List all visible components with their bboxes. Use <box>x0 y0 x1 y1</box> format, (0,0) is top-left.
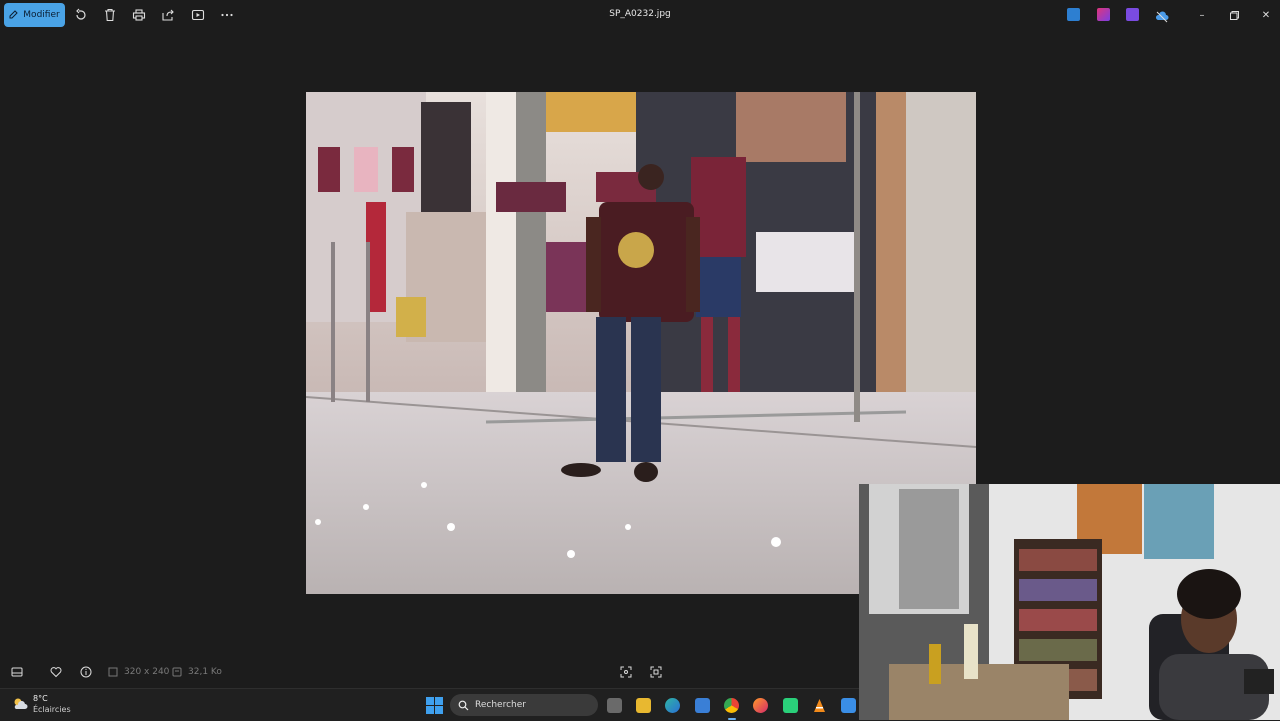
print-icon[interactable] <box>131 7 147 23</box>
paint-icon[interactable] <box>841 698 856 713</box>
green-app-icon[interactable] <box>783 698 798 713</box>
image-filesize: 32,1 Ko <box>188 667 222 677</box>
chrome-icon[interactable] <box>724 698 739 713</box>
designer-icon[interactable] <box>1097 8 1110 21</box>
edit-icon <box>9 9 19 22</box>
modify-button[interactable]: Modifier <box>4 3 65 27</box>
filesize-icon <box>170 665 184 679</box>
more-icon[interactable] <box>219 7 235 23</box>
file-explorer-icon[interactable] <box>636 698 651 713</box>
info-icon[interactable] <box>79 665 93 679</box>
store-icon[interactable] <box>695 698 710 713</box>
firefox-icon[interactable] <box>753 698 768 713</box>
onedrive-icon[interactable] <box>1155 8 1169 23</box>
search-placeholder: Rechercher <box>475 700 526 710</box>
task-view-icon[interactable] <box>607 698 622 713</box>
taskbar-search[interactable]: Rechercher <box>450 694 598 716</box>
dimensions-icon <box>106 665 120 679</box>
modify-label: Modifier <box>23 10 60 20</box>
clipchamp-icon[interactable] <box>1126 8 1139 21</box>
minimize-button[interactable]: – <box>1194 7 1210 23</box>
vlc-icon[interactable] <box>812 698 827 713</box>
weather-temperature: 8°C <box>33 694 48 703</box>
weather-description: Éclaircies <box>33 705 71 714</box>
search-icon <box>458 700 469 710</box>
slideshow-icon[interactable] <box>190 7 206 23</box>
close-button[interactable]: ✕ <box>1258 7 1274 23</box>
delete-icon[interactable] <box>102 7 118 23</box>
fit-icon[interactable] <box>619 665 633 679</box>
webcam-overlay <box>859 484 1280 720</box>
restore-button[interactable] <box>1226 7 1242 23</box>
image-dimensions: 320 x 240 <box>124 667 170 677</box>
start-button[interactable] <box>426 697 443 714</box>
photos-app-icon[interactable] <box>1067 8 1080 21</box>
edge-icon[interactable] <box>665 698 680 713</box>
favorite-icon[interactable] <box>49 665 63 679</box>
top-toolbar: Modifier SP_A0232.jpg – ✕ <box>0 0 1280 30</box>
weather-icon[interactable] <box>12 696 28 712</box>
filmstrip-icon[interactable] <box>10 665 24 679</box>
file-title: SP_A0232.jpg <box>609 9 671 19</box>
share-icon[interactable] <box>160 7 176 23</box>
rotate-icon[interactable] <box>73 7 89 23</box>
actual-size-icon[interactable] <box>649 665 663 679</box>
